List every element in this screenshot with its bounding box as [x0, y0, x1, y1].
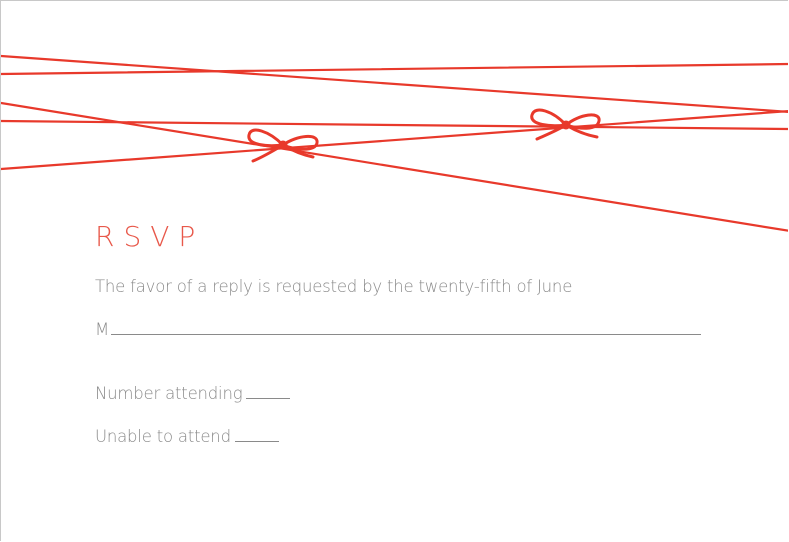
reply-request-text: The favor of a reply is requested by the… [95, 277, 573, 296]
ribbon-line [1, 62, 788, 76]
number-attending-row: Number attending [95, 384, 291, 403]
ribbon-line [1, 54, 788, 113]
ribbon-line [1, 119, 788, 131]
ribbon-line [1, 110, 788, 171]
number-attending-label: Number attending [95, 384, 243, 403]
name-blank-line [111, 320, 702, 335]
bow-icon [530, 108, 601, 141]
rsvp-card: RSVP The favor of a reply is requested b… [0, 0, 788, 541]
unable-to-attend-row: Unable to attend [95, 427, 279, 446]
unable-to-attend-blank [234, 427, 279, 442]
name-prefix: M [95, 320, 110, 339]
number-attending-blank [246, 384, 291, 399]
unable-to-attend-label: Unable to attend [95, 427, 231, 446]
rsvp-title: RSVP [95, 220, 205, 253]
name-field-row: M [95, 320, 702, 339]
